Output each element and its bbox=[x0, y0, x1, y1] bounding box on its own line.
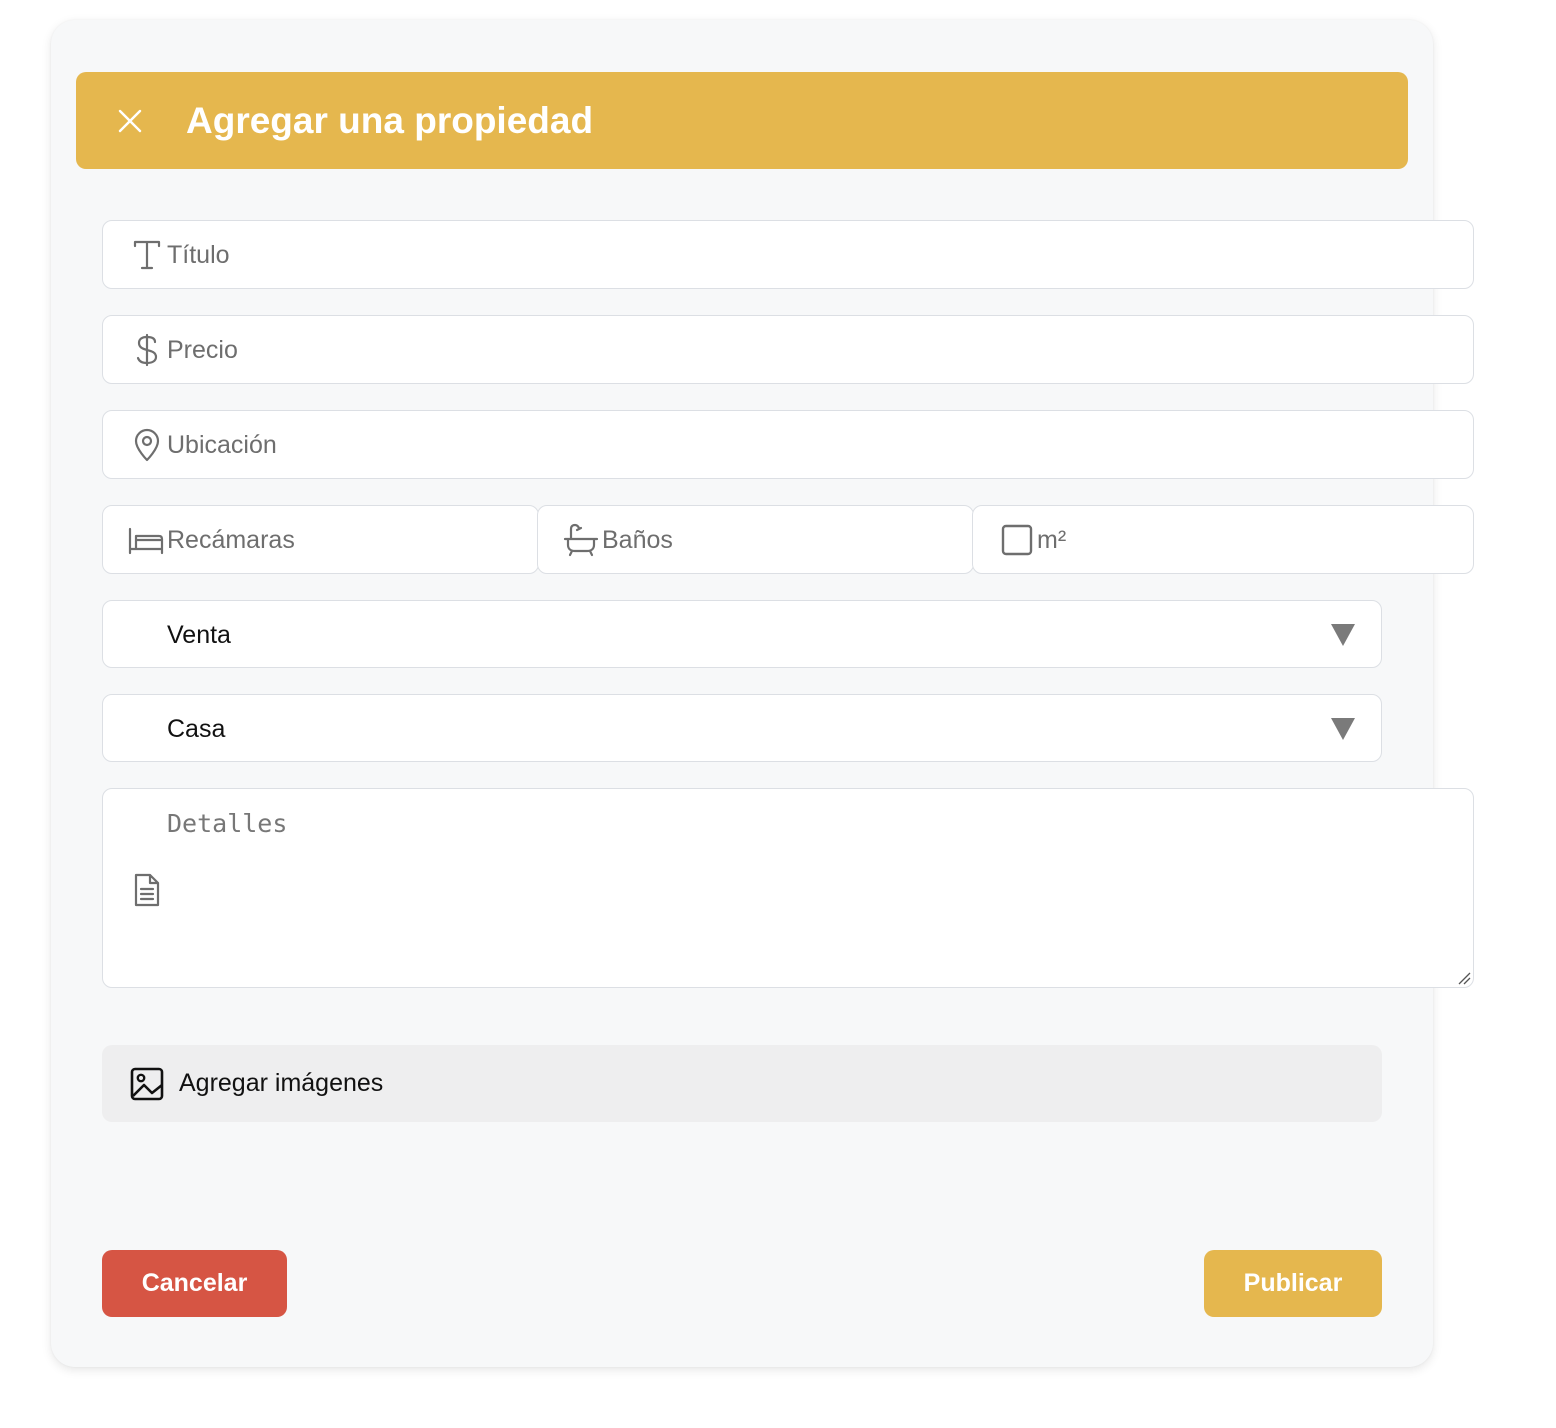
bedrooms-field[interactable]: Recámaras bbox=[102, 505, 539, 574]
modal-header: Agregar una propiedad bbox=[76, 72, 1408, 169]
title-placeholder: Título bbox=[167, 241, 230, 269]
bed-icon bbox=[128, 527, 164, 555]
modal-title: Agregar una propiedad bbox=[186, 100, 594, 141]
resize-handle-icon[interactable] bbox=[1457, 971, 1471, 985]
close-icon bbox=[118, 109, 142, 133]
area-placeholder: m² bbox=[1037, 526, 1067, 554]
square-icon bbox=[1001, 524, 1033, 556]
publish-button[interactable]: Publicar bbox=[1204, 1250, 1382, 1317]
add-images-label: Agregar imágenes bbox=[179, 1069, 384, 1097]
bathrooms-placeholder: Baños bbox=[602, 526, 673, 554]
add-images-button[interactable]: Agregar imágenes bbox=[102, 1045, 1382, 1122]
operation-select[interactable]: Venta bbox=[102, 600, 1382, 668]
details-textarea[interactable]: Detalles bbox=[102, 788, 1474, 988]
operation-select-value: Venta bbox=[167, 621, 231, 649]
details-placeholder: Detalles bbox=[167, 809, 288, 838]
map-pin-icon bbox=[134, 428, 160, 462]
price-field[interactable]: Precio bbox=[102, 315, 1474, 384]
text-icon bbox=[133, 240, 161, 270]
area-field[interactable]: m² bbox=[972, 505, 1474, 574]
bathtub-icon bbox=[563, 523, 599, 557]
title-field[interactable]: Título bbox=[102, 220, 1474, 289]
chevron-down-icon bbox=[1331, 624, 1355, 646]
document-icon bbox=[134, 873, 160, 907]
bathrooms-field[interactable]: Baños bbox=[537, 505, 974, 574]
location-field[interactable]: Ubicación bbox=[102, 410, 1474, 479]
bedrooms-placeholder: Recámaras bbox=[167, 526, 295, 554]
dollar-icon bbox=[136, 333, 158, 367]
property-type-select-value: Casa bbox=[167, 715, 226, 743]
image-icon bbox=[130, 1067, 164, 1101]
location-placeholder: Ubicación bbox=[167, 431, 277, 459]
property-type-select[interactable]: Casa bbox=[102, 694, 1382, 762]
chevron-down-icon bbox=[1331, 718, 1355, 740]
cancel-button[interactable]: Cancelar bbox=[102, 1250, 287, 1317]
price-placeholder: Precio bbox=[167, 336, 238, 364]
close-button[interactable] bbox=[106, 97, 154, 145]
